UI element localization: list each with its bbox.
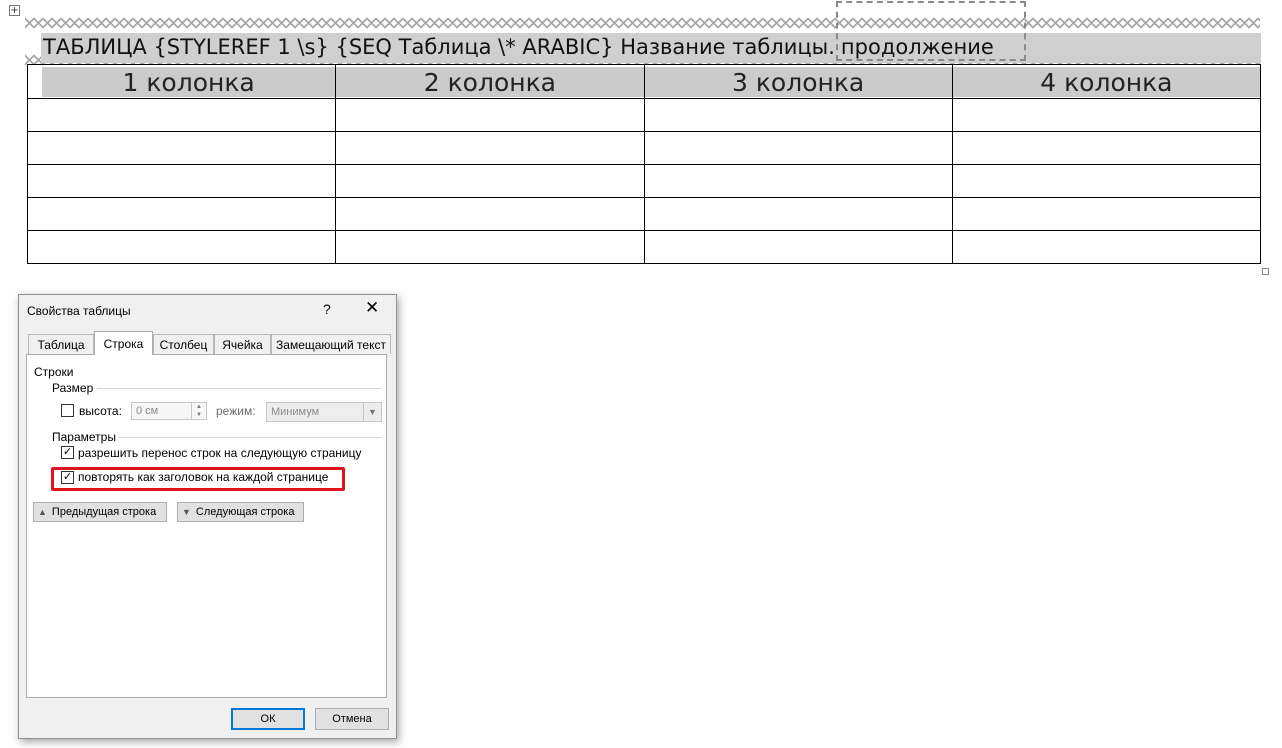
section-rows-label: Строки [34,365,74,379]
table-cell[interactable] [951,131,1262,165]
height-value: 0 см [136,405,159,417]
table-cell[interactable] [951,164,1262,198]
table-cell[interactable] [335,197,645,231]
tab-label: Строка [103,337,144,351]
tab-label: Замещающий текст [276,338,386,352]
next-row-button[interactable]: ▼ Следующая строка [177,502,304,522]
chevron-down-icon[interactable]: ▼ [363,403,381,421]
table-cell[interactable] [26,197,337,231]
table-row[interactable] [26,197,1262,231]
previous-row-button[interactable]: ▲ Предыдущая строка [33,502,167,522]
caption-field-code: ТАБЛИЦА {STYLEREF 1 \s} {SEQ Таблица \* … [43,35,835,59]
tab-label: Ячейка [222,338,263,352]
mode-label: режим: [216,404,256,418]
table-cell[interactable] [643,197,953,231]
table-cell[interactable] [26,230,337,264]
table-cell[interactable] [335,131,645,165]
table-header-row[interactable]: 1 колонка 2 колонка 3 колонка 4 колонка [26,64,1262,99]
ok-label: ОК [260,713,276,725]
header-cell-4[interactable]: 4 колонка [951,64,1262,99]
header-cell-label: 4 колонка [952,66,1260,97]
table-cell[interactable] [335,230,645,264]
tab-alt-text[interactable]: Замещающий текст [271,334,391,354]
ok-button[interactable]: ОК [231,708,305,730]
triangle-down-icon: ▼ [182,507,191,517]
table-cell[interactable] [951,230,1262,264]
spin-up-icon[interactable]: ▲ [191,403,206,411]
table-row[interactable] [26,98,1262,132]
help-icon[interactable]: ? [323,301,331,317]
table-row[interactable] [26,131,1262,165]
table-properties-dialog: Свойства таблицы ? ✕ Таблица Строка Стол… [18,294,397,739]
height-label: высота: [79,404,122,418]
triangle-up-icon: ▲ [38,507,47,517]
tab-label: Столбец [159,338,208,352]
header-cell-2[interactable]: 2 колонка [335,64,645,99]
mode-value: Минимум [271,406,320,418]
header-cell-3[interactable]: 3 колонка [643,64,953,99]
tab-cell[interactable]: Ячейка [214,334,271,354]
table-cell[interactable] [26,131,337,165]
group-size-divider [97,388,381,389]
header-cell-label: 1 колонка [42,66,336,97]
table-cell[interactable] [643,164,953,198]
tab-column[interactable]: Столбец [153,334,214,354]
mode-select[interactable]: Минимум ▼ [266,402,382,422]
table-cell[interactable] [643,98,953,132]
table-move-handle-icon[interactable]: + [9,5,20,16]
tab-label: Таблица [37,338,85,352]
allow-break-label[interactable]: разрешить перенос строк на следующую стр… [78,446,362,460]
document-table[interactable]: 1 колонка 2 колонка 3 колонка 4 колонка [26,64,1262,264]
header-cell-label: 2 колонка [336,66,644,97]
table-cell[interactable] [26,164,337,198]
close-icon[interactable]: ✕ [365,299,379,317]
row-tab-panel: Строки Размер высота: 0 см ▲ ▼ режим: Ми… [26,354,387,698]
next-row-label: Следующая строка [195,506,295,518]
cancel-label: Отмена [332,713,372,725]
height-checkbox[interactable] [61,404,74,417]
table-cell[interactable] [335,164,645,198]
table-cell[interactable] [951,98,1262,132]
group-params-label: Параметры [52,430,116,444]
table-caption-row[interactable]: ТАБЛИЦА {STYLEREF 1 \s} {SEQ Таблица \* … [27,1,1261,64]
height-stepper[interactable]: 0 см ▲ ▼ [131,402,207,420]
table-cell[interactable] [335,98,645,132]
annotation-highlight-box [51,467,345,491]
header-cell-label: 3 колонка [644,66,952,97]
table-cell[interactable] [26,98,337,132]
continuation-frame[interactable] [836,1,1026,61]
dialog-title: Свойства таблицы [27,304,131,318]
group-params-divider [119,437,381,438]
previous-row-label: Предыдущая строка [51,506,157,518]
header-cell-1[interactable]: 1 колонка [26,64,337,99]
table-cell[interactable] [643,131,953,165]
table-row[interactable] [26,230,1262,264]
table-resize-handle-icon[interactable] [1262,268,1269,275]
tab-table[interactable]: Таблица [28,334,94,354]
table-cell[interactable] [643,230,953,264]
cancel-button[interactable]: Отмена [315,708,389,730]
allow-break-checkbox[interactable]: ✓ [61,446,74,459]
group-size-label: Размер [52,381,94,395]
spin-down-icon[interactable]: ▼ [191,411,206,419]
table-cell[interactable] [951,197,1262,231]
tab-row[interactable]: Строка [94,331,153,355]
table-row[interactable] [26,164,1262,198]
header-repeat-marker-top [25,17,1260,29]
